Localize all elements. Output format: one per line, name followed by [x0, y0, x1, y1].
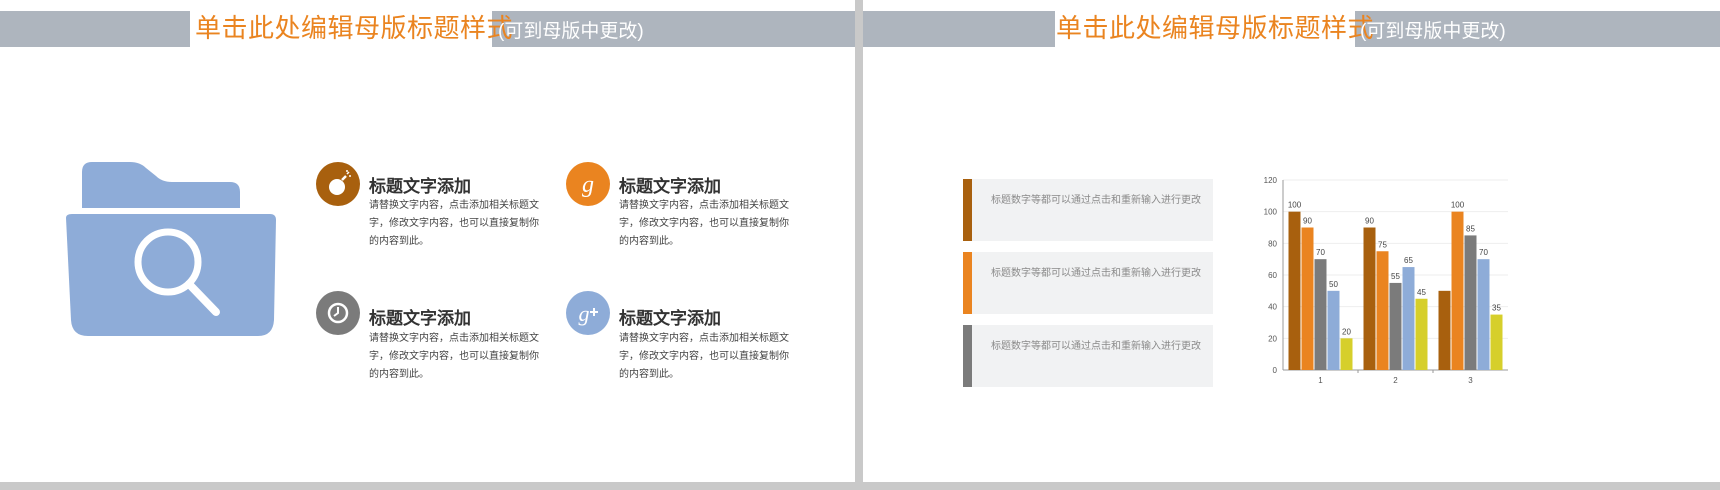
- x-tick-label: 1: [1318, 376, 1323, 385]
- feature-4-title[interactable]: 标题文字添加: [619, 304, 721, 329]
- google-plus-icon: g: [579, 301, 598, 326]
- slide-right: 单击此处编辑母版标题样式 (可到母版中更改) 标题数字等都可以通过点击和重新输入…: [863, 0, 1720, 482]
- card-text[interactable]: 标题数字等都可以通过点击和重新输入进行更改: [991, 194, 1201, 208]
- y-tick-label: 20: [1268, 334, 1277, 343]
- slide-subtitle[interactable]: (可到母版中更改): [1360, 16, 1506, 43]
- bar: [1389, 282, 1402, 370]
- slide-left: 单击此处编辑母版标题样式 (可到母版中更改) 标题文字添加 请替换文字内容，点击…: [0, 0, 855, 482]
- y-tick-label: 80: [1268, 239, 1277, 248]
- feature-3-desc[interactable]: 请替换文字内容，点击添加相关标题文字，修改文字内容，也可以直接复制你的内容到此。: [369, 330, 541, 384]
- slide-title[interactable]: 单击此处编辑母版标题样式: [195, 8, 513, 45]
- feature-3-title[interactable]: 标题文字添加: [369, 304, 471, 329]
- svg-text:g: g: [579, 301, 590, 326]
- bar: [1477, 259, 1490, 370]
- feature-1-desc[interactable]: 请替换文字内容，点击添加相关标题文字，修改文字内容，也可以直接复制你的内容到此。: [369, 197, 541, 251]
- x-tick-label: 2: [1393, 376, 1398, 385]
- folder-search-icon: [66, 162, 276, 336]
- card-accent: [963, 325, 972, 387]
- bar: [1363, 227, 1376, 370]
- google-g-icon: g: [582, 172, 594, 198]
- svg-text:g: g: [582, 172, 594, 198]
- bar: [1402, 267, 1415, 370]
- feature-4-badge: g: [566, 291, 610, 335]
- feature-4-desc[interactable]: 请替换文字内容，点击添加相关标题文字，修改文字内容，也可以直接复制你的内容到此。: [619, 330, 791, 384]
- y-tick-label: 0: [1273, 366, 1278, 375]
- clock-icon: [327, 302, 349, 324]
- card-text[interactable]: 标题数字等都可以通过点击和重新输入进行更改: [991, 340, 1201, 354]
- y-tick-label: 100: [1264, 208, 1278, 217]
- data-label: 100: [1288, 201, 1302, 210]
- data-label: 100: [1451, 201, 1465, 210]
- feature-1-title[interactable]: 标题文字添加: [369, 172, 471, 197]
- x-tick-label: 3: [1468, 376, 1473, 385]
- bar: [1451, 211, 1464, 370]
- feature-2-title[interactable]: 标题文字添加: [619, 172, 721, 197]
- bar: [1376, 251, 1389, 370]
- feature-1-badge: [316, 162, 360, 206]
- text-card-1[interactable]: 标题数字等都可以通过点击和重新输入进行更改: [963, 179, 1213, 241]
- feature-2-badge: g: [566, 162, 610, 206]
- data-label: 55: [1391, 272, 1400, 281]
- data-label: 75: [1378, 240, 1387, 249]
- data-label: 70: [1479, 248, 1488, 257]
- data-label: 90: [1365, 217, 1374, 226]
- y-tick-label: 40: [1268, 303, 1277, 312]
- data-label: 50: [1329, 280, 1338, 289]
- card-accent: [963, 252, 972, 314]
- card-accent: [963, 179, 972, 241]
- bar: [1314, 259, 1327, 370]
- data-label: 85: [1466, 224, 1475, 233]
- bar: [1415, 298, 1428, 370]
- header-bar-left: [863, 11, 1055, 47]
- data-label: 90: [1303, 217, 1312, 226]
- bar: [1288, 211, 1301, 370]
- data-label: 35: [1492, 304, 1501, 313]
- data-label: 70: [1316, 248, 1325, 257]
- text-card-2[interactable]: 标题数字等都可以通过点击和重新输入进行更改: [963, 252, 1213, 314]
- bar-chart: 0204060801001201009070502019075556545210…: [1264, 176, 1508, 385]
- feature-2-desc[interactable]: 请替换文字内容，点击添加相关标题文字，修改文字内容，也可以直接复制你的内容到此。: [619, 197, 791, 251]
- y-tick-label: 60: [1268, 271, 1277, 280]
- folder-back: [82, 162, 240, 208]
- header-bar-left: [0, 11, 190, 47]
- bar: [1301, 227, 1314, 370]
- bar: [1464, 235, 1477, 370]
- slide-title[interactable]: 单击此处编辑母版标题样式: [1056, 8, 1374, 45]
- data-label: 65: [1404, 256, 1413, 265]
- bomb-icon: [329, 170, 351, 195]
- bar: [1438, 290, 1451, 370]
- card-text[interactable]: 标题数字等都可以通过点击和重新输入进行更改: [991, 267, 1201, 281]
- bar: [1340, 338, 1353, 370]
- data-label: 20: [1342, 327, 1351, 336]
- data-label: 45: [1417, 288, 1426, 297]
- bar: [1327, 290, 1340, 370]
- bar: [1490, 314, 1503, 370]
- slide-subtitle[interactable]: (可到母版中更改): [498, 16, 644, 43]
- text-card-3[interactable]: 标题数字等都可以通过点击和重新输入进行更改: [963, 325, 1213, 387]
- y-tick-label: 120: [1264, 176, 1278, 185]
- feature-3-badge: [316, 291, 360, 335]
